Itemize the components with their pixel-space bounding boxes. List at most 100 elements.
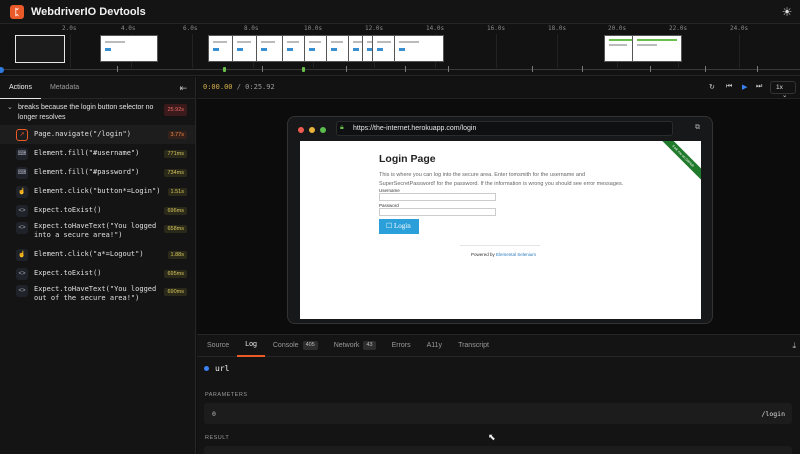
- divider: [460, 245, 540, 246]
- click-icon: ☝: [16, 248, 28, 261]
- action-item[interactable]: ☝ Element.click("button*=Login") 1.51s: [0, 182, 195, 201]
- action-item[interactable]: <> Expect.toExist() 695ms: [0, 264, 195, 283]
- action-label: Expect.toExist(): [34, 269, 102, 277]
- action-label: Element.click("button*=Login"): [34, 187, 161, 195]
- action-label: Expect.toHaveText("You logged out of the…: [34, 285, 157, 302]
- sidebar-tabs: Actions Metadata ⇤: [0, 77, 195, 99]
- timeline-thumbnail[interactable]: [326, 35, 350, 62]
- window-minimize-dot: [309, 127, 315, 133]
- duration-badge: 3.77s: [167, 130, 187, 139]
- action-item[interactable]: ☝ Element.click("a*=Logout") 1.88s: [0, 245, 195, 264]
- timeline-thumbnail-selected[interactable]: [15, 35, 65, 63]
- timeline[interactable]: 2.0s 4.0s 6.0s 8.0s 10.0s 12.0s 14.0s 16…: [0, 24, 800, 76]
- browser-url-bar[interactable]: 🔒︎ https://the-internet.herokuapp.com/lo…: [336, 121, 673, 136]
- timeline-playhead[interactable]: [0, 67, 4, 73]
- tab-actions[interactable]: Actions: [0, 77, 41, 99]
- result-row: [204, 446, 792, 454]
- collapse-left-icon[interactable]: ⇤: [179, 83, 187, 94]
- duration-badge: 25.92s: [164, 104, 187, 116]
- count-badge: 405: [302, 341, 318, 350]
- timecode: 0:00.00 / 0:25.92: [203, 83, 275, 91]
- code-icon: <>: [16, 222, 28, 234]
- skip-back-icon[interactable]: ⏮: [726, 83, 732, 91]
- timeline-thumbnail[interactable]: [282, 35, 306, 62]
- timeline-thumbnail[interactable]: [632, 35, 682, 62]
- timeline-thumbnail[interactable]: [304, 35, 328, 62]
- download-icon[interactable]: ⤓: [792, 341, 796, 351]
- duration-badge: 734ms: [164, 168, 187, 177]
- timeline-marker: [346, 66, 347, 72]
- timeline-tick: 6.0s: [183, 25, 198, 32]
- devtools-app: ᛈ WebdriverIO Devtools ☀ 2.0s 4.0s 6.0s …: [0, 0, 800, 454]
- duration-badge: 1.88s: [167, 250, 187, 259]
- action-item[interactable]: ⌨ Element.fill("#password") 734ms: [0, 163, 195, 182]
- timeline-track[interactable]: [0, 69, 800, 70]
- timeline-tick: 14.0s: [426, 25, 445, 32]
- action-item[interactable]: ↗ Page.navigate("/login") 3.77s: [0, 125, 195, 144]
- timeline-marker: [448, 66, 449, 72]
- tab-metadata[interactable]: Metadata: [41, 77, 88, 99]
- timeline-tick: 24.0s: [730, 25, 749, 32]
- timeline-marker-active: [223, 67, 226, 72]
- timeline-thumbnail[interactable]: [394, 35, 444, 62]
- footer-prefix: Powered by: [471, 252, 495, 257]
- details-tabs: Source Log Console 405 Network 43 Errors A…: [197, 335, 800, 357]
- tab-source[interactable]: Source: [199, 335, 237, 357]
- action-item[interactable]: <> Expect.toHaveText("You logged out of …: [0, 283, 195, 308]
- code-icon: <>: [16, 285, 28, 297]
- timeline-marker: [757, 66, 758, 72]
- actions-sidebar: Actions Metadata ⇤ ⌄ breaks because the …: [0, 77, 196, 454]
- keyboard-icon: ⌨: [16, 147, 28, 160]
- action-label: Element.click("a*=Logout"): [34, 250, 144, 258]
- window-close-dot: [298, 127, 304, 133]
- page-heading: Login Page: [379, 153, 436, 165]
- footer-link: Elemental Selenium: [496, 252, 537, 257]
- duration-badge: 696ms: [164, 206, 187, 215]
- status-dot: [204, 366, 209, 371]
- count-badge: 43: [363, 341, 376, 350]
- login-button-label: Login: [394, 222, 411, 230]
- code-icon: <>: [16, 204, 28, 217]
- chevron-down-icon: ⌄: [7, 104, 13, 111]
- duration-badge: 771ms: [164, 149, 187, 158]
- tab-log[interactable]: Log: [237, 335, 265, 357]
- lock-icon: 🔒︎: [340, 124, 344, 131]
- timeline-thumbnail[interactable]: [256, 35, 284, 62]
- tab-console[interactable]: Console 405: [265, 335, 326, 357]
- restart-icon[interactable]: ↻: [709, 83, 715, 91]
- select-element-icon[interactable]: ⧉: [695, 124, 700, 132]
- speed-select[interactable]: 1x ⌄: [770, 81, 796, 99]
- action-label: Element.fill("#username"): [34, 149, 140, 157]
- skip-forward-icon[interactable]: ⏭: [756, 83, 762, 91]
- login-button: ☐ Login: [379, 219, 419, 234]
- navigate-icon: ↗: [16, 128, 28, 141]
- result-heading: RESULT: [205, 435, 230, 441]
- action-item[interactable]: <> Expect.toHaveText("You logged into a …: [0, 220, 195, 245]
- action-item[interactable]: <> Expect.toExist() 696ms: [0, 201, 195, 220]
- test-group-title: breaks because the login button selector…: [18, 104, 154, 121]
- action-item[interactable]: ⌨ Element.fill("#username") 771ms: [0, 144, 195, 163]
- sun-icon[interactable]: ☀: [780, 5, 794, 19]
- duration-badge: 1.51s: [167, 187, 187, 196]
- tab-label: Network: [333, 341, 360, 349]
- test-group[interactable]: ⌄ breaks because the login button select…: [0, 99, 195, 125]
- action-label: Expect.toExist(): [34, 206, 102, 214]
- action-label: Element.fill("#password"): [34, 168, 140, 176]
- page-footer: Powered by Elemental Selenium: [471, 252, 536, 257]
- github-ribbon: Fork me on GitHub: [658, 141, 701, 181]
- app-title: WebdriverIO Devtools: [31, 5, 146, 18]
- tab-network[interactable]: Network 43: [326, 335, 384, 357]
- timeline-marker: [705, 66, 706, 72]
- play-icon[interactable]: ▶: [742, 83, 747, 91]
- tab-errors[interactable]: Errors: [384, 335, 419, 357]
- timeline-tick: 10.0s: [304, 25, 323, 32]
- timeline-marker-active: [302, 67, 305, 72]
- action-label: Expect.toHaveText("You logged into a sec…: [34, 222, 157, 239]
- duration-badge: 658ms: [164, 225, 187, 233]
- tab-a11y[interactable]: A11y: [419, 335, 450, 357]
- tab-transcript[interactable]: Transcript: [450, 335, 497, 357]
- parameters-heading: PARAMETERS: [205, 392, 248, 398]
- tab-label: Errors: [391, 341, 411, 349]
- timeline-thumbnail[interactable]: [100, 35, 158, 62]
- code-icon: <>: [16, 267, 28, 280]
